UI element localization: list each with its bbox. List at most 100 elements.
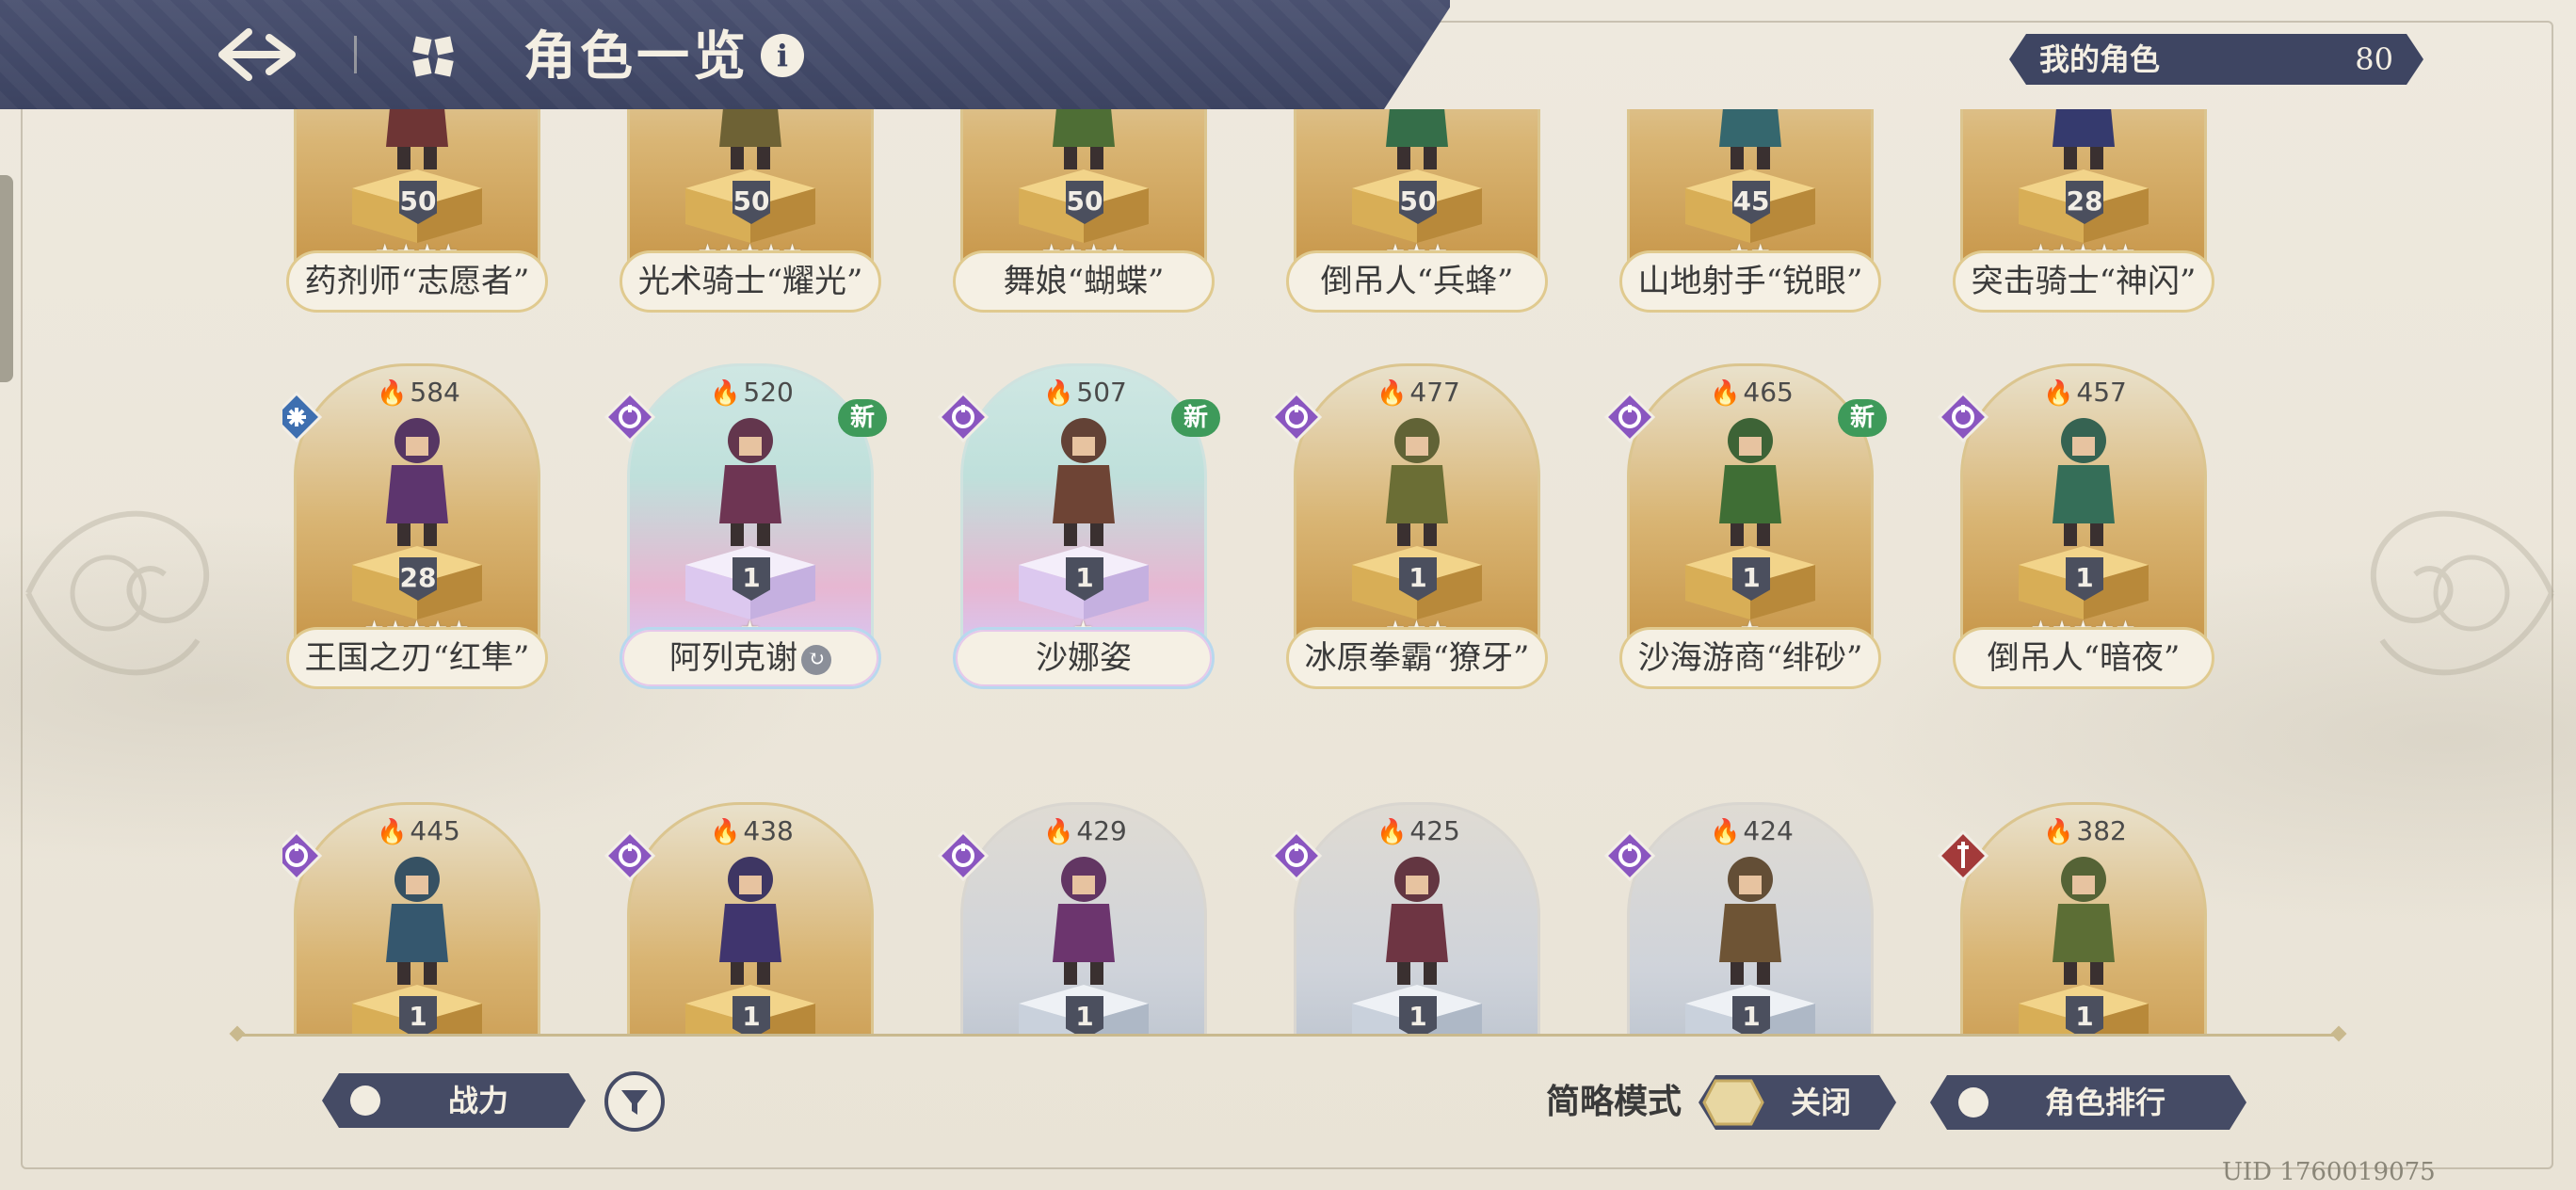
brief-mode-label: 简略模式	[1546, 1083, 1682, 1121]
character-card[interactable]: 1 🔥 382	[1937, 802, 2207, 1036]
character-card[interactable]: 1★★★🔥477冰原拳霸“獠牙”	[1270, 363, 1548, 689]
ornament-right	[2370, 510, 2554, 676]
character-card[interactable]: 45★★山地射手“锐眼”	[1619, 109, 1881, 313]
character-sprite	[386, 857, 448, 985]
character-name-text: 舞娘“蝴蝶”	[1003, 263, 1165, 300]
character-name: 舞娘“蝴蝶”	[953, 250, 1215, 313]
new-badge: 新	[838, 399, 887, 437]
new-badge: 新	[1838, 399, 1887, 437]
character-name-text: 光术骑士“耀光”	[637, 263, 863, 300]
arcane-element-icon	[1270, 829, 1323, 882]
character-card[interactable]: 28★★★★★突击骑士“神闪”	[1953, 109, 2214, 313]
info-icon[interactable]: i	[761, 34, 804, 77]
flame-icon: 🔥	[377, 379, 408, 408]
character-card[interactable]: 1★🔥507新沙娜姿	[937, 363, 1220, 689]
character-name: 倒吊人“兵蜂”	[1286, 250, 1548, 313]
filter-button[interactable]	[604, 1071, 665, 1132]
flame-icon: 🔥	[1043, 818, 1074, 846]
power-value: 🔥 457	[2043, 377, 2127, 408]
character-card[interactable]: 50★★★★药剂师“志愿者”	[286, 109, 548, 313]
flame-icon: 🔥	[377, 818, 408, 846]
grid-view-button[interactable]	[411, 34, 456, 79]
power-number: 445	[410, 815, 460, 846]
level-badge: 1	[1066, 996, 1103, 1036]
character-name: 沙娜姿	[953, 627, 1215, 689]
character-name: 山地射手“锐眼”	[1619, 250, 1881, 313]
arcane-element-icon	[604, 391, 656, 443]
character-name: 阿列克谢 ↻	[620, 627, 881, 689]
flame-icon: 🔥	[710, 818, 741, 846]
character-name-text: 王国之刃“红隼”	[304, 639, 530, 677]
character-name-text: 沙海游商“绯砂”	[1637, 639, 1863, 677]
power-value: 🔥 507	[1043, 377, 1127, 408]
flame-icon: 🔥	[1710, 818, 1741, 846]
new-badge: 新	[1171, 399, 1220, 437]
toggle-knob-icon	[1702, 1077, 1764, 1128]
sort-power-label: 战力	[448, 1083, 509, 1118]
character-card[interactable]: 28★★★★★🔥584王国之刃“红隼”	[282, 363, 548, 689]
back-arrow-icon	[218, 28, 296, 81]
power-value: 🔥 429	[1043, 815, 1127, 846]
character-sprite	[1386, 857, 1448, 985]
power-value: 🔥 584	[377, 377, 460, 408]
character-name-text: 倒吊人“兵蜂”	[1320, 263, 1514, 300]
character-sprite	[2053, 857, 2115, 985]
character-sprite	[719, 857, 781, 985]
character-sprite	[2053, 418, 2115, 546]
back-button[interactable]	[217, 26, 299, 83]
character-name-text: 沙娜姿	[1036, 639, 1132, 677]
character-ranking-button[interactable]: 角色排行	[1930, 1075, 2246, 1130]
power-number: 429	[1076, 815, 1127, 846]
bottom-divider	[237, 1034, 2339, 1037]
character-name: 沙海游商“绯砂”	[1619, 627, 1881, 689]
power-number: 584	[410, 377, 460, 408]
my-characters-counter: 我的角色 80	[2009, 34, 2423, 85]
level-badge: 1	[733, 996, 770, 1036]
ornament-left	[25, 510, 210, 676]
power-number: 457	[2076, 377, 2127, 408]
character-card[interactable]: 1 🔥 438	[604, 802, 874, 1036]
arcane-element-icon	[937, 391, 990, 443]
character-card[interactable]: 1★🔥465新沙海游商“绯砂”	[1603, 363, 1887, 689]
alt-form-icon: ↻	[801, 645, 831, 675]
character-sprite	[386, 418, 448, 546]
character-card[interactable]: 1 🔥 429	[937, 802, 1207, 1036]
character-card[interactable]: 1★🔥520新阿列克谢↻	[604, 363, 887, 689]
ranking-icon	[1958, 1087, 1988, 1118]
character-card[interactable]: 50★★★★★光术骑士“耀光”	[620, 109, 881, 313]
flame-icon: 🔥	[1710, 379, 1741, 408]
level-badge: 1	[1399, 996, 1437, 1036]
power-value: 🔥 445	[377, 815, 460, 846]
level-badge: 1	[1732, 996, 1770, 1036]
power-value: 🔥 382	[2043, 815, 2127, 846]
character-card[interactable]: 1 🔥 445	[282, 802, 540, 1036]
power-value: 🔥 425	[1377, 815, 1460, 846]
arcane-element-icon	[604, 829, 656, 882]
power-value: 🔥 438	[710, 815, 794, 846]
flame-icon: 🔥	[1377, 818, 1408, 846]
flame-icon: 🔥	[2043, 818, 2074, 846]
level-badge: 1	[399, 996, 437, 1036]
brief-mode-toggle[interactable]: 关闭	[1699, 1075, 1896, 1130]
wind-element-icon	[282, 391, 323, 443]
character-card[interactable]: 1 🔥 425	[1270, 802, 1540, 1036]
character-sprite	[1053, 418, 1115, 546]
my-characters-label: 我的角色	[2039, 41, 2161, 77]
character-card[interactable]: 1★★★★★🔥457倒吊人“暗夜”	[1937, 363, 2214, 689]
character-card[interactable]: 1 🔥 424	[1603, 802, 1874, 1036]
side-scroll-handle[interactable]	[0, 175, 13, 382]
power-number: 477	[1409, 377, 1460, 408]
character-name: 光术骑士“耀光”	[620, 250, 881, 313]
character-sprite	[1719, 857, 1781, 985]
character-name-text: 山地射手“锐眼”	[1637, 263, 1863, 300]
character-name-text: 药剂师“志愿者”	[304, 263, 530, 300]
character-name-text: 阿列克谢	[669, 639, 797, 677]
power-value: 🔥 465	[1710, 377, 1794, 408]
character-sprite	[1719, 418, 1781, 546]
sort-power-button[interactable]: 战力	[322, 1073, 586, 1128]
power-number: 465	[1743, 377, 1794, 408]
character-card[interactable]: 50★★★★舞娘“蝴蝶”	[953, 109, 1215, 313]
character-card[interactable]: 50★★★倒吊人“兵蜂”	[1286, 109, 1548, 313]
user-id: UID 1760019075	[2222, 1158, 2436, 1186]
character-sprite	[719, 418, 781, 546]
